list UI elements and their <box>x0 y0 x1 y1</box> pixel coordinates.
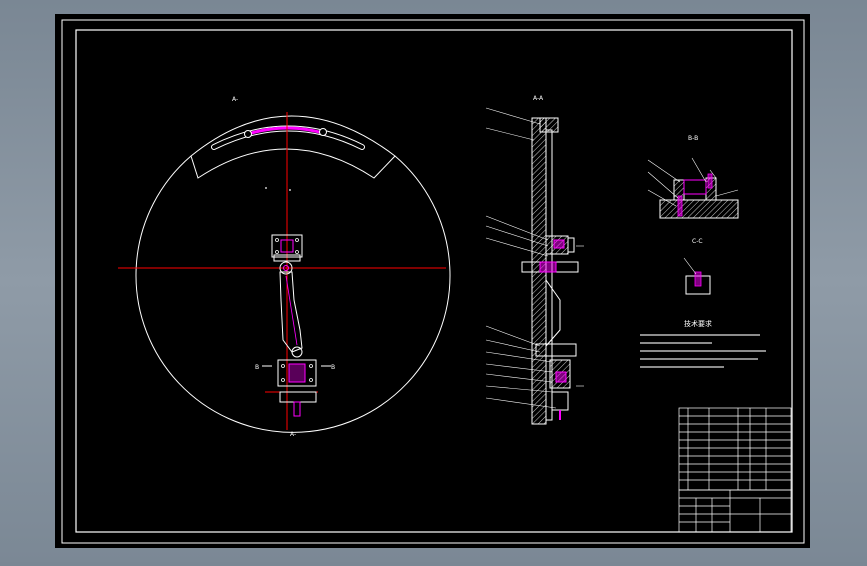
detail-b-label: B-B <box>688 135 698 142</box>
slot-pin-right <box>319 128 327 136</box>
notes-title: 技术要求 <box>684 319 712 328</box>
notes-line <box>640 334 760 336</box>
slot-pin-left <box>244 130 252 138</box>
main-view-label: A- <box>232 96 238 103</box>
mid-shaft-core <box>539 261 557 273</box>
mark-dot <box>265 187 267 189</box>
mark-dot <box>289 189 291 191</box>
view-arrow-label: A- <box>290 431 296 438</box>
notes-line <box>640 350 766 352</box>
notes-line <box>640 366 724 368</box>
mid-clamp-part <box>553 239 565 249</box>
notes-line <box>640 358 758 360</box>
detail-b-base <box>659 199 739 219</box>
top-boss <box>539 117 559 133</box>
detail-b-pin-right <box>707 173 713 189</box>
lower-clamp-core <box>288 363 306 383</box>
section-marker-b-left: B <box>255 364 259 371</box>
detail-c-label: C-C <box>692 238 703 245</box>
notes-line <box>640 342 712 344</box>
cad-viewport[interactable]: A- B B A- A-A B-B C-C 技术要求 <box>0 0 867 562</box>
section-marker-b-right: B <box>331 364 335 371</box>
detail-c-pin <box>694 271 702 287</box>
section-view-label: A-A <box>533 95 544 102</box>
drawing-canvas: A- B B A- A-A B-B C-C 技术要求 <box>55 14 810 548</box>
lower-clamp-part <box>555 371 567 383</box>
detail-b-pin-left <box>677 195 683 217</box>
